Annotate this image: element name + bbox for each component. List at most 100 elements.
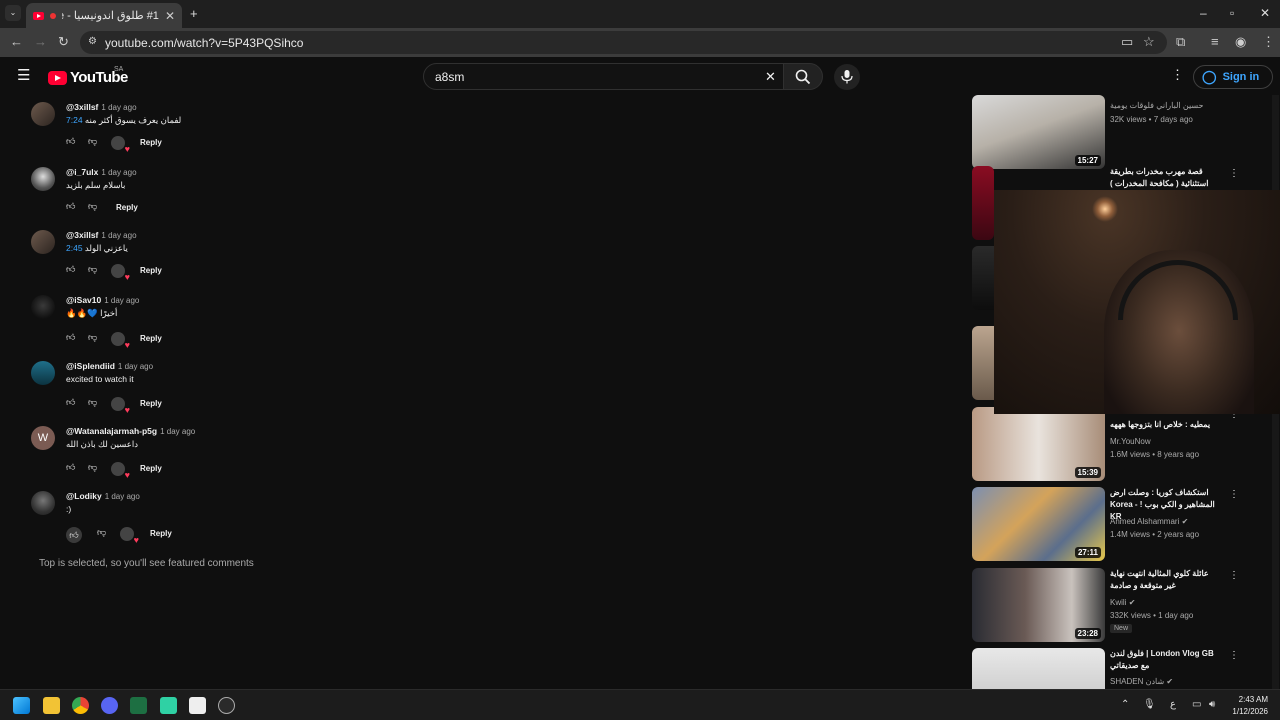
video-title[interactable]: عائلة كلوي المثالية انتهت نهاية غير متوق… xyxy=(1110,568,1220,592)
comment-time[interactable]: 1 day ago xyxy=(101,103,136,112)
video-channel[interactable]: Kwili ✔ xyxy=(1110,598,1135,607)
steam-icon[interactable] xyxy=(218,697,235,714)
tab-list-button[interactable]: ⌄ xyxy=(5,5,21,21)
extensions-icon[interactable]: ⧉ xyxy=(1176,35,1185,49)
like-icon[interactable]: 👍︎ xyxy=(66,201,75,212)
comment-author[interactable]: @3xillsf xyxy=(66,230,98,240)
system-clock[interactable]: 2:43 AM 1/12/2026 xyxy=(1226,694,1268,718)
like-icon[interactable]: 👍︎ xyxy=(66,462,75,473)
video-thumbnail[interactable]: 15:27 xyxy=(972,95,1105,169)
volume-icon[interactable]: 🔊︎ xyxy=(1209,699,1215,710)
network-icon[interactable]: ▭ xyxy=(1192,699,1201,710)
comment-time[interactable]: 1 day ago xyxy=(105,492,140,501)
close-window-button[interactable]: ✕ xyxy=(1260,6,1270,20)
language-indicator[interactable]: ع xyxy=(1170,699,1176,710)
avatar[interactable] xyxy=(31,230,55,254)
video-thumbnail[interactable] xyxy=(972,648,1105,689)
dislike-icon[interactable]: 👎︎ xyxy=(88,462,97,473)
site-info-icon[interactable]: ⚙ xyxy=(88,36,97,47)
comment-author[interactable]: @Watanalajarmah-p5g xyxy=(66,426,157,436)
comment-author[interactable]: @iSplendiid xyxy=(66,361,115,371)
reply-button[interactable]: Reply xyxy=(140,266,162,275)
video-thumbnail[interactable]: 27:11 xyxy=(972,487,1105,561)
file-explorer-icon[interactable] xyxy=(43,697,60,714)
video-menu-icon[interactable]: ⋮ xyxy=(1229,489,1239,500)
video-thumbnail[interactable] xyxy=(972,326,994,400)
like-icon[interactable]: 👍︎ xyxy=(66,136,75,147)
show-hidden-icons-icon[interactable]: ⌃ xyxy=(1121,699,1129,710)
video-thumbnail[interactable]: 23:28 xyxy=(972,568,1105,642)
bookmark-star-icon[interactable]: ☆ xyxy=(1143,35,1155,49)
sign-in-button[interactable]: ◯ Sign in xyxy=(1193,65,1273,89)
video-title[interactable]: يمطيه : خلاص انا بتزوجها هههه xyxy=(1110,419,1220,431)
avatar[interactable] xyxy=(31,102,55,126)
close-tab-icon[interactable]: ✕ xyxy=(165,9,182,23)
discord-icon[interactable] xyxy=(101,697,118,714)
profile-icon[interactable]: ◉ xyxy=(1235,35,1246,49)
video-thumbnail[interactable]: 15:39 xyxy=(972,407,1105,481)
like-icon[interactable]: 👍︎ xyxy=(66,397,75,408)
like-icon[interactable]: 👍︎ xyxy=(66,264,75,275)
cast-icon[interactable]: ▭ xyxy=(1121,35,1133,49)
new-tab-button[interactable]: + xyxy=(190,6,198,21)
comment-author[interactable]: @iSav10 xyxy=(66,295,101,305)
comment-time[interactable]: 1 day ago xyxy=(101,231,136,240)
app-icon[interactable] xyxy=(160,697,177,714)
avatar[interactable] xyxy=(31,167,55,191)
like-icon[interactable]: 👍︎ xyxy=(66,527,82,543)
reply-button[interactable]: Reply xyxy=(116,203,138,212)
settings-kebab-icon[interactable]: ⋮ xyxy=(1171,67,1184,83)
avatar[interactable] xyxy=(31,361,55,385)
dislike-icon[interactable]: 👎︎ xyxy=(88,332,97,343)
recommended-video[interactable]: 15:39 يمطيه : خلاص انا بتزوجها هههه Mr.Y… xyxy=(972,407,1272,483)
comment-author[interactable]: @Lodiky xyxy=(66,491,102,501)
voice-search-button[interactable] xyxy=(834,64,860,90)
timestamp-link[interactable]: 2:45 xyxy=(66,243,83,253)
comment-time[interactable]: 1 day ago xyxy=(104,296,139,305)
video-channel[interactable]: SHADEN شادن ✔ xyxy=(1110,677,1173,686)
dislike-icon[interactable]: 👎︎ xyxy=(88,264,97,275)
video-thumbnail[interactable] xyxy=(972,166,994,240)
video-menu-icon[interactable]: ⋮ xyxy=(1229,570,1239,581)
maximize-button[interactable]: ▫ xyxy=(1230,6,1234,20)
recommended-video[interactable]: 15:27 حسين الباراني فلوقات يومية 32K vie… xyxy=(972,95,1272,171)
video-channel[interactable]: Ahmed Alshammari ✔ xyxy=(1110,517,1188,526)
comment-author[interactable]: @i_7ulx xyxy=(66,167,98,177)
forward-icon[interactable]: → xyxy=(34,35,47,49)
reply-button[interactable]: Reply xyxy=(150,529,172,538)
recommended-video[interactable]: London Vlog GB | فلوق لندن مع صديقاتي SH… xyxy=(972,648,1272,689)
like-icon[interactable]: 👍︎ xyxy=(66,332,75,343)
timestamp-link[interactable]: 7:24 xyxy=(66,115,83,125)
dislike-icon[interactable]: 👎︎ xyxy=(97,527,106,538)
browser-menu-icon[interactable]: ⋮ xyxy=(1262,35,1275,49)
search-button[interactable] xyxy=(783,63,823,90)
address-bar[interactable]: ⚙ youtube.com/watch?v=5P43PQSihco xyxy=(80,31,1167,54)
recommended-video[interactable]: 27:11 استكشاف كوريا : وصلت ارض المشاهير … xyxy=(972,487,1272,563)
comment-time[interactable]: 1 day ago xyxy=(118,362,153,371)
avatar[interactable] xyxy=(31,295,55,319)
chrome-icon[interactable] xyxy=(72,697,89,714)
browser-tab[interactable]: #1 طلوق اندونيسيا - YouTube ✕ xyxy=(26,3,182,28)
comment-time[interactable]: 1 day ago xyxy=(160,427,195,436)
reply-button[interactable]: Reply xyxy=(140,399,162,408)
dislike-icon[interactable]: 👎︎ xyxy=(88,136,97,147)
youtube-logo[interactable]: YouTube SA xyxy=(48,66,128,86)
video-menu-icon[interactable]: ⋮ xyxy=(1229,168,1239,179)
video-title[interactable]: London Vlog GB | فلوق لندن مع صديقاتي xyxy=(1110,648,1220,672)
reload-icon[interactable]: ↻ xyxy=(58,35,69,49)
clear-search-icon[interactable]: ✕ xyxy=(765,69,776,85)
excel-icon[interactable] xyxy=(130,697,147,714)
back-icon[interactable]: ← xyxy=(10,35,23,49)
video-channel[interactable]: Mr.YouNow xyxy=(1110,437,1151,446)
video-menu-icon[interactable]: ⋮ xyxy=(1229,650,1239,661)
minimize-button[interactable]: – xyxy=(1200,6,1207,20)
comment-time[interactable]: 1 day ago xyxy=(101,168,136,177)
dislike-icon[interactable]: 👎︎ xyxy=(88,397,97,408)
recommended-video[interactable]: 23:28 عائلة كلوي المثالية انتهت نهاية غي… xyxy=(972,568,1272,644)
comment-author[interactable]: @3xillsf xyxy=(66,102,98,112)
video-channel[interactable]: حسين الباراني فلوقات يومية xyxy=(1110,101,1204,110)
avatar[interactable]: W xyxy=(31,426,55,450)
video-thumbnail[interactable] xyxy=(972,246,994,310)
media-controls-icon[interactable]: ≡ xyxy=(1211,35,1219,49)
reply-button[interactable]: Reply xyxy=(140,464,162,473)
